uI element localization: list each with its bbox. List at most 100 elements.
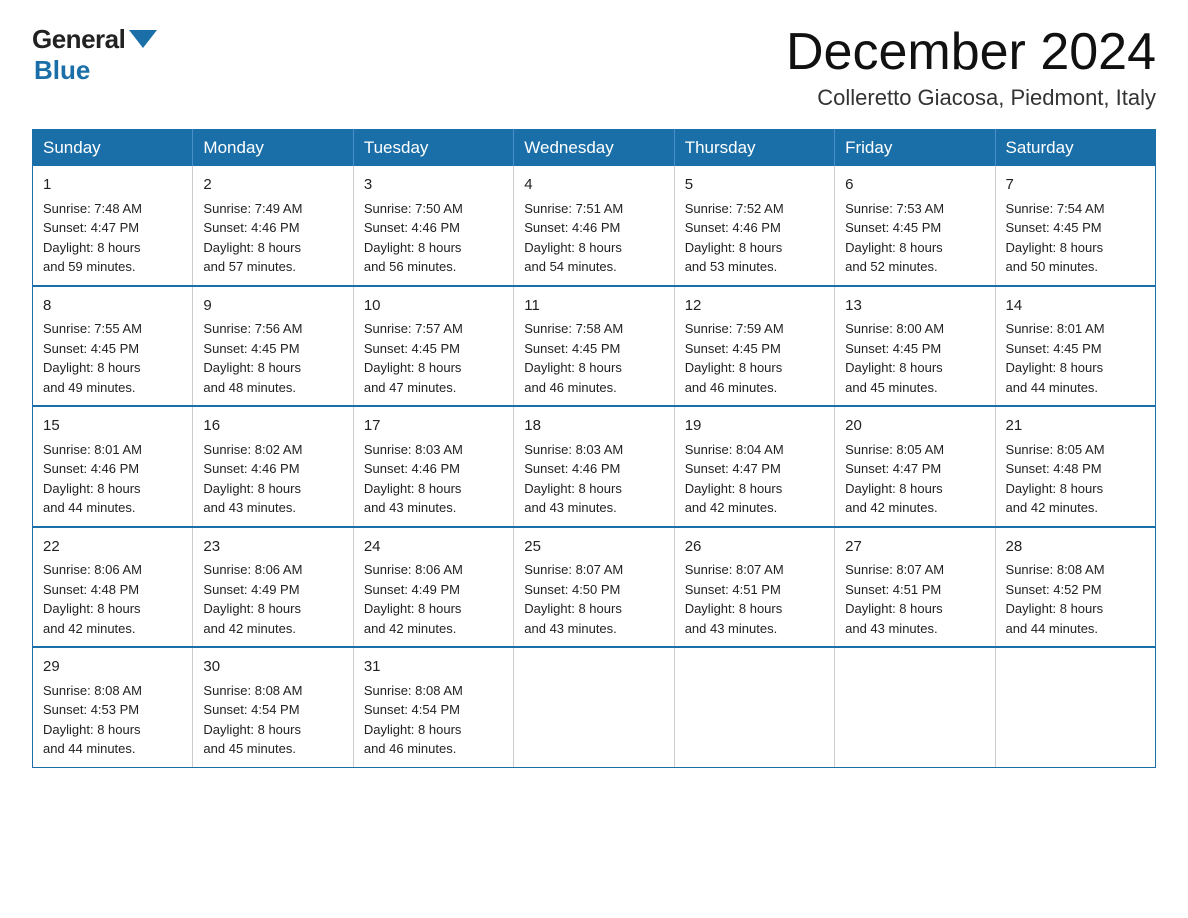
day-sunset: Sunset: 4:46 PM (524, 459, 663, 479)
day-daylight: Daylight: 8 hoursand 48 minutes. (203, 358, 342, 397)
day-number: 10 (364, 295, 503, 318)
day-sunset: Sunset: 4:52 PM (1006, 580, 1145, 600)
page-header: General Blue December 2024 Colleretto Gi… (32, 24, 1156, 111)
day-sunrise: Sunrise: 7:58 AM (524, 319, 663, 339)
day-daylight: Daylight: 8 hoursand 50 minutes. (1006, 238, 1145, 277)
day-number: 31 (364, 656, 503, 679)
day-number: 11 (524, 295, 663, 318)
day-daylight: Daylight: 8 hoursand 59 minutes. (43, 238, 182, 277)
table-row: 25 Sunrise: 8:07 AM Sunset: 4:50 PM Dayl… (514, 527, 674, 648)
table-row: 17 Sunrise: 8:03 AM Sunset: 4:46 PM Dayl… (353, 406, 513, 527)
day-sunset: Sunset: 4:47 PM (43, 218, 182, 238)
day-number: 20 (845, 415, 984, 438)
day-sunset: Sunset: 4:49 PM (364, 580, 503, 600)
day-sunset: Sunset: 4:48 PM (43, 580, 182, 600)
day-daylight: Daylight: 8 hoursand 42 minutes. (203, 599, 342, 638)
day-number: 3 (364, 174, 503, 197)
day-sunset: Sunset: 4:45 PM (524, 339, 663, 359)
table-row: 18 Sunrise: 8:03 AM Sunset: 4:46 PM Dayl… (514, 406, 674, 527)
day-number: 26 (685, 536, 824, 559)
table-row: 4 Sunrise: 7:51 AM Sunset: 4:46 PM Dayli… (514, 166, 674, 286)
day-daylight: Daylight: 8 hoursand 46 minutes. (685, 358, 824, 397)
day-sunrise: Sunrise: 7:53 AM (845, 199, 984, 219)
day-daylight: Daylight: 8 hoursand 52 minutes. (845, 238, 984, 277)
day-sunrise: Sunrise: 8:07 AM (845, 560, 984, 580)
table-row: 28 Sunrise: 8:08 AM Sunset: 4:52 PM Dayl… (995, 527, 1155, 648)
logo: General Blue (32, 24, 157, 86)
header-tuesday: Tuesday (353, 130, 513, 167)
day-number: 19 (685, 415, 824, 438)
day-number: 15 (43, 415, 182, 438)
day-sunset: Sunset: 4:46 PM (364, 459, 503, 479)
day-sunset: Sunset: 4:49 PM (203, 580, 342, 600)
header-sunday: Sunday (33, 130, 193, 167)
table-row: 20 Sunrise: 8:05 AM Sunset: 4:47 PM Dayl… (835, 406, 995, 527)
location-title: Colleretto Giacosa, Piedmont, Italy (786, 85, 1156, 111)
day-daylight: Daylight: 8 hoursand 43 minutes. (524, 479, 663, 518)
day-daylight: Daylight: 8 hoursand 44 minutes. (43, 720, 182, 759)
day-number: 6 (845, 174, 984, 197)
table-row: 24 Sunrise: 8:06 AM Sunset: 4:49 PM Dayl… (353, 527, 513, 648)
day-daylight: Daylight: 8 hoursand 56 minutes. (364, 238, 503, 277)
day-sunset: Sunset: 4:46 PM (685, 218, 824, 238)
day-sunrise: Sunrise: 8:01 AM (43, 440, 182, 460)
day-number: 17 (364, 415, 503, 438)
day-number: 5 (685, 174, 824, 197)
table-row (995, 647, 1155, 767)
day-sunrise: Sunrise: 8:05 AM (1006, 440, 1145, 460)
day-daylight: Daylight: 8 hoursand 43 minutes. (845, 599, 984, 638)
day-sunset: Sunset: 4:54 PM (364, 700, 503, 720)
day-sunrise: Sunrise: 7:52 AM (685, 199, 824, 219)
month-title: December 2024 (786, 24, 1156, 81)
header-thursday: Thursday (674, 130, 834, 167)
day-number: 13 (845, 295, 984, 318)
day-daylight: Daylight: 8 hoursand 45 minutes. (203, 720, 342, 759)
day-sunset: Sunset: 4:51 PM (685, 580, 824, 600)
day-daylight: Daylight: 8 hoursand 54 minutes. (524, 238, 663, 277)
day-daylight: Daylight: 8 hoursand 44 minutes. (1006, 599, 1145, 638)
day-sunset: Sunset: 4:46 PM (203, 459, 342, 479)
table-row: 7 Sunrise: 7:54 AM Sunset: 4:45 PM Dayli… (995, 166, 1155, 286)
header-saturday: Saturday (995, 130, 1155, 167)
table-row: 31 Sunrise: 8:08 AM Sunset: 4:54 PM Dayl… (353, 647, 513, 767)
day-number: 1 (43, 174, 182, 197)
day-daylight: Daylight: 8 hoursand 44 minutes. (1006, 358, 1145, 397)
day-sunrise: Sunrise: 8:06 AM (203, 560, 342, 580)
day-number: 21 (1006, 415, 1145, 438)
table-row: 11 Sunrise: 7:58 AM Sunset: 4:45 PM Dayl… (514, 286, 674, 407)
table-row: 23 Sunrise: 8:06 AM Sunset: 4:49 PM Dayl… (193, 527, 353, 648)
day-sunset: Sunset: 4:45 PM (685, 339, 824, 359)
calendar-week-row: 29 Sunrise: 8:08 AM Sunset: 4:53 PM Dayl… (33, 647, 1156, 767)
day-sunrise: Sunrise: 7:49 AM (203, 199, 342, 219)
day-daylight: Daylight: 8 hoursand 43 minutes. (524, 599, 663, 638)
table-row: 29 Sunrise: 8:08 AM Sunset: 4:53 PM Dayl… (33, 647, 193, 767)
day-sunrise: Sunrise: 8:05 AM (845, 440, 984, 460)
day-sunset: Sunset: 4:46 PM (43, 459, 182, 479)
day-number: 18 (524, 415, 663, 438)
day-sunset: Sunset: 4:47 PM (685, 459, 824, 479)
day-number: 2 (203, 174, 342, 197)
day-sunrise: Sunrise: 7:57 AM (364, 319, 503, 339)
day-sunrise: Sunrise: 7:55 AM (43, 319, 182, 339)
table-row: 22 Sunrise: 8:06 AM Sunset: 4:48 PM Dayl… (33, 527, 193, 648)
day-daylight: Daylight: 8 hoursand 43 minutes. (203, 479, 342, 518)
day-daylight: Daylight: 8 hoursand 42 minutes. (43, 599, 182, 638)
day-sunrise: Sunrise: 8:07 AM (685, 560, 824, 580)
table-row: 14 Sunrise: 8:01 AM Sunset: 4:45 PM Dayl… (995, 286, 1155, 407)
day-number: 23 (203, 536, 342, 559)
table-row: 27 Sunrise: 8:07 AM Sunset: 4:51 PM Dayl… (835, 527, 995, 648)
day-number: 8 (43, 295, 182, 318)
table-row: 16 Sunrise: 8:02 AM Sunset: 4:46 PM Dayl… (193, 406, 353, 527)
day-sunrise: Sunrise: 8:00 AM (845, 319, 984, 339)
table-row: 8 Sunrise: 7:55 AM Sunset: 4:45 PM Dayli… (33, 286, 193, 407)
day-sunrise: Sunrise: 8:03 AM (364, 440, 503, 460)
calendar-week-row: 22 Sunrise: 8:06 AM Sunset: 4:48 PM Dayl… (33, 527, 1156, 648)
day-number: 27 (845, 536, 984, 559)
day-sunrise: Sunrise: 7:54 AM (1006, 199, 1145, 219)
table-row: 15 Sunrise: 8:01 AM Sunset: 4:46 PM Dayl… (33, 406, 193, 527)
header-wednesday: Wednesday (514, 130, 674, 167)
day-daylight: Daylight: 8 hoursand 46 minutes. (364, 720, 503, 759)
table-row (514, 647, 674, 767)
table-row: 1 Sunrise: 7:48 AM Sunset: 4:47 PM Dayli… (33, 166, 193, 286)
table-row: 2 Sunrise: 7:49 AM Sunset: 4:46 PM Dayli… (193, 166, 353, 286)
